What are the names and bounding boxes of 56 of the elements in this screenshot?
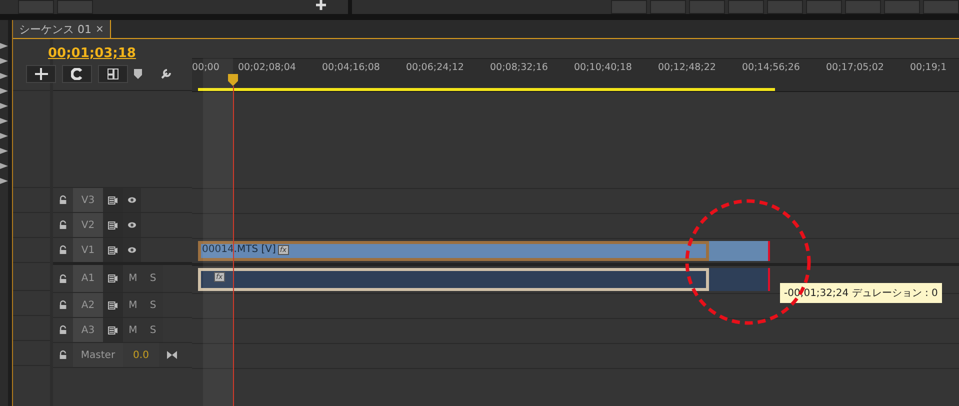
track-name: V3 — [81, 194, 95, 206]
ruler-label: 00;00 — [192, 61, 220, 75]
solo-button[interactable]: S — [150, 273, 156, 284]
playhead-handle[interactable] — [228, 74, 238, 86]
wrench-icon[interactable] — [160, 68, 172, 80]
volume-value[interactable]: 0.0 — [133, 350, 149, 360]
ruler-label: 00;08;32;16 — [490, 61, 549, 75]
track-name: V2 — [81, 220, 95, 230]
add-icon[interactable] — [316, 0, 326, 10]
snap-button[interactable] — [62, 65, 92, 83]
track-name: A2 — [81, 300, 95, 310]
mute-button[interactable]: M — [128, 324, 138, 336]
sync-lock-icon[interactable] — [107, 300, 119, 310]
mute-button[interactable]: M — [128, 273, 138, 284]
track-name: Master — [80, 350, 116, 360]
tooltip: -00;01;32;24 デュレーション : 0 — [780, 283, 942, 303]
marker-icon[interactable] — [134, 69, 142, 79]
ruler-label: 00;10;40;18 — [574, 61, 633, 75]
lock-icon[interactable] — [59, 220, 67, 230]
clip-extension[interactable] — [709, 241, 770, 261]
track-name: A1 — [81, 273, 95, 284]
lock-icon[interactable] — [59, 300, 67, 310]
eye-icon[interactable] — [126, 246, 138, 254]
lock-icon[interactable] — [59, 245, 67, 255]
lock-icon[interactable] — [59, 350, 67, 360]
track-name: A3 — [81, 324, 95, 336]
sync-lock-icon[interactable] — [107, 220, 119, 230]
sync-lock-icon[interactable] — [107, 246, 119, 254]
ruler-label: 00;06;24;12 — [406, 61, 465, 75]
timecode[interactable]: 00;01;03;18 — [48, 39, 158, 61]
sync-lock-icon[interactable] — [107, 196, 119, 204]
eye-icon[interactable] — [126, 221, 138, 229]
lock-icon[interactable] — [59, 195, 67, 205]
grid-icon — [107, 68, 119, 80]
ruler-label: 00;17;05;02 — [826, 61, 885, 75]
link-button[interactable] — [98, 65, 128, 83]
eye-icon[interactable] — [126, 196, 138, 204]
sync-lock-icon[interactable] — [107, 326, 119, 334]
insert-icon — [34, 68, 48, 80]
ruler-label: 00;12;48;22 — [658, 61, 717, 75]
solo-button[interactable]: S — [150, 324, 156, 336]
insert-button[interactable] — [26, 65, 56, 83]
solo-button[interactable]: S — [150, 300, 156, 310]
magnet-icon — [71, 68, 83, 80]
ruler-label: 00;02;08;04 — [238, 61, 297, 75]
clip-extension[interactable] — [709, 268, 770, 291]
ruler-label: 00;19;1 — [910, 61, 948, 75]
lock-icon[interactable] — [59, 325, 67, 335]
bowtie-icon[interactable] — [167, 351, 177, 359]
mute-button[interactable]: M — [128, 300, 138, 310]
sequence-tab[interactable]: シーケンス 01 × — [13, 20, 111, 38]
lock-icon[interactable] — [59, 274, 67, 284]
track-name: V1 — [81, 244, 95, 256]
ruler-label: 00;14;56;26 — [742, 61, 801, 75]
ruler-label: 00;04;16;08 — [322, 61, 381, 75]
sync-lock-icon[interactable] — [107, 274, 119, 283]
